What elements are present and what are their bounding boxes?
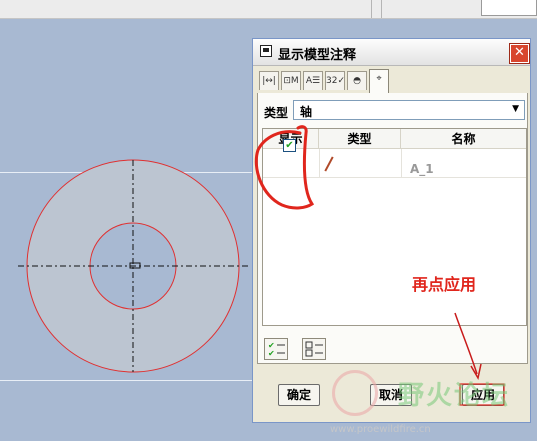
watermark-text: 野火论坛 [398, 381, 511, 411]
instruction-annotation: 再点应用 [412, 275, 477, 294]
arrow-mark [454, 312, 478, 375]
watermark-url: www.proewildfire.cn [330, 424, 431, 435]
watermark-logo [332, 370, 378, 416]
hand-drawn-circle-mark [254, 125, 315, 210]
